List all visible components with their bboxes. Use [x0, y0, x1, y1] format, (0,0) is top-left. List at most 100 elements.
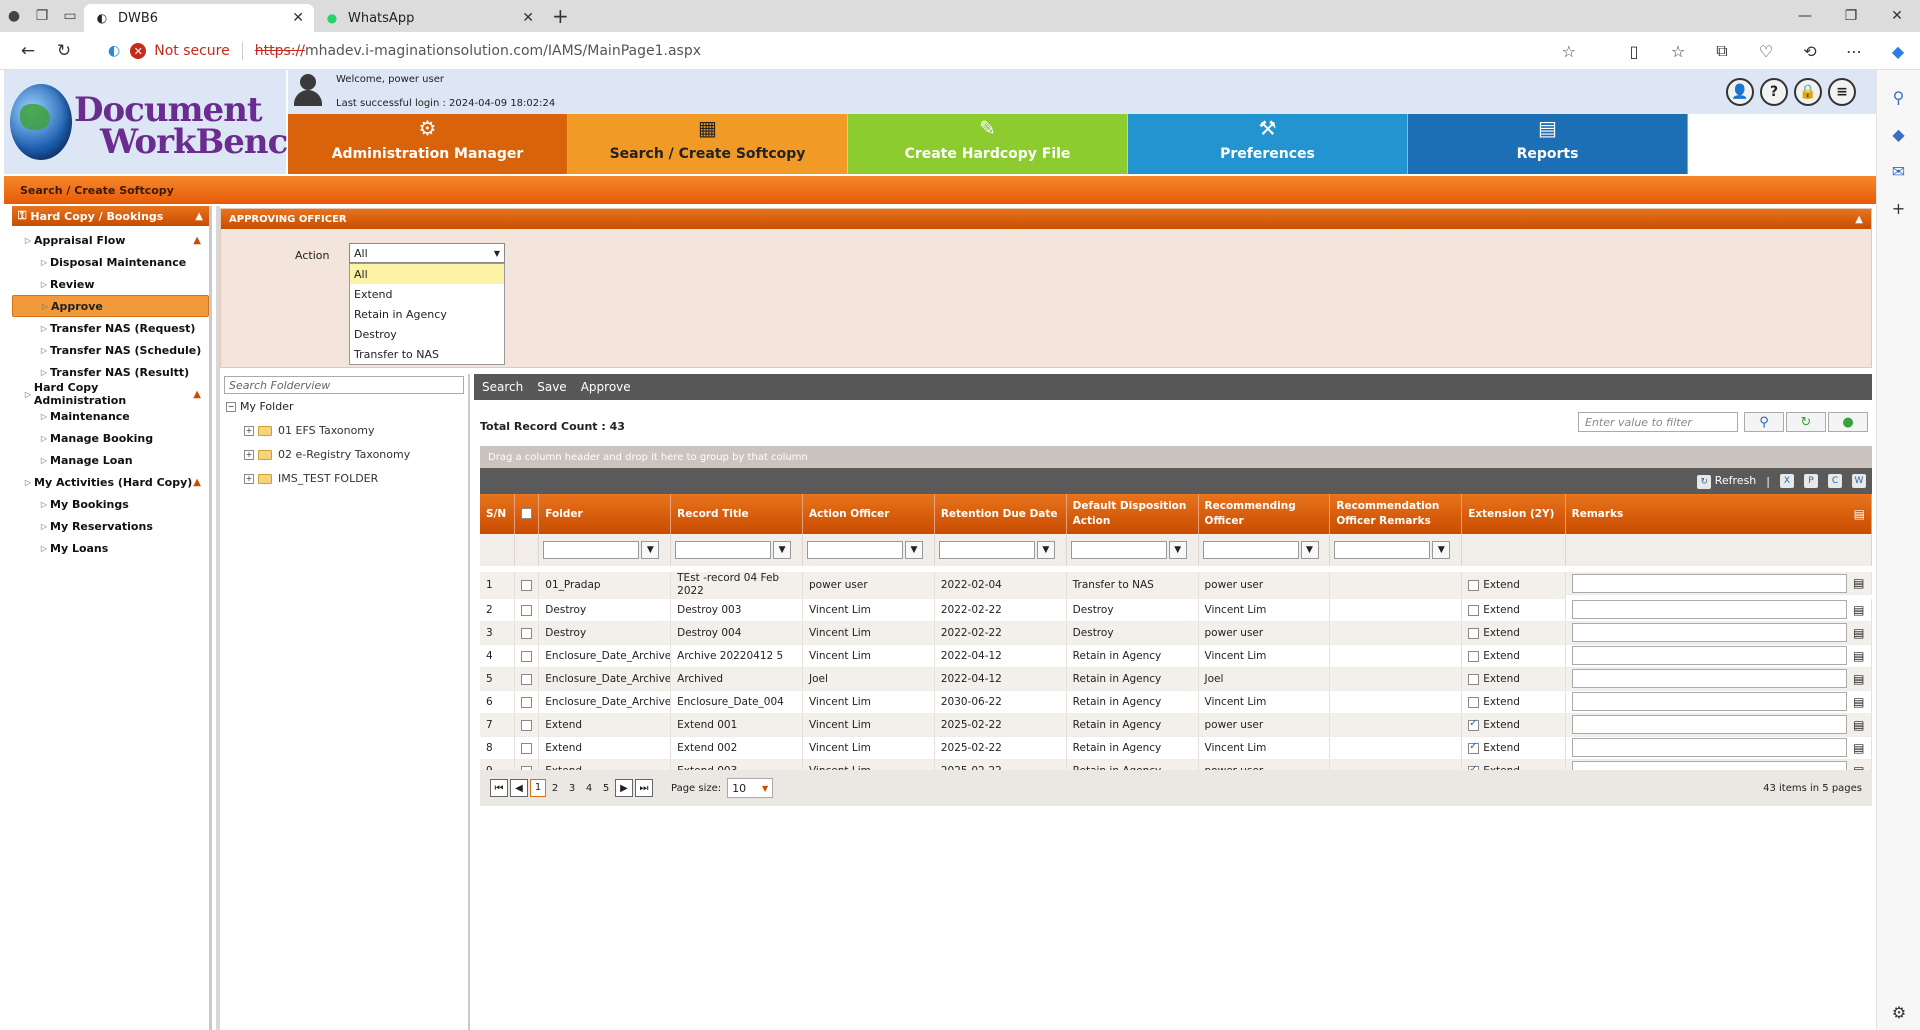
tab-whatsapp[interactable]: ● WhatsApp ✕ — [314, 4, 544, 32]
tab-reports[interactable]: ▤ Reports — [1408, 114, 1688, 174]
nav-item-my-reservations[interactable]: ▷ My Reservations — [12, 515, 209, 537]
remarks-input[interactable] — [1571, 646, 1848, 665]
col-header-sn[interactable]: S/N — [480, 494, 515, 534]
favorites-icon[interactable]: ☆ — [1656, 42, 1700, 61]
extend-checkbox[interactable] — [1468, 650, 1480, 662]
notes-icon[interactable]: ▤ — [1853, 741, 1864, 755]
collapse-icon[interactable]: ▲ — [193, 389, 201, 400]
col-header-select-all[interactable] — [514, 494, 540, 534]
table-row[interactable]: 3 Destroy Destroy 004 Vincent Lim 2022-02-22… — [480, 621, 1872, 645]
extend-toggle[interactable]: Extend — [1468, 627, 1558, 639]
tree-root-my-folder[interactable]: − My Folder — [226, 400, 294, 413]
option-all[interactable]: All — [350, 264, 504, 284]
col-header-record-title[interactable]: Record Title — [670, 494, 803, 534]
browser-essentials-icon[interactable]: ♡ — [1744, 42, 1788, 61]
row-checkbox[interactable] — [520, 673, 532, 685]
table-row[interactable]: 5 Enclosure_Date_Archive Archived Joel 2022-… — [480, 667, 1872, 691]
remarks-input[interactable] — [1571, 623, 1848, 642]
table-row[interactable]: 7 Extend Extend 001 Vincent Lim 2025-02-22 Re… — [480, 713, 1872, 737]
notes-icon[interactable]: ▤ — [1853, 649, 1864, 663]
refresh-button[interactable]: ↻ Refresh — [1697, 474, 1756, 489]
col-header-recommending-officer[interactable]: Recommending Officer — [1198, 494, 1331, 534]
pdf-export-icon[interactable]: P — [1804, 474, 1818, 488]
collapse-icon[interactable]: ▲ — [193, 235, 201, 246]
search-button[interactable]: Search — [482, 380, 523, 394]
grid-export-button[interactable]: ● — [1828, 412, 1868, 432]
nav-item-appraisal-flow[interactable]: ▷ Appraisal Flow ▲ — [12, 229, 209, 251]
option-extend[interactable]: Extend — [350, 284, 504, 304]
filter-funnel-icon[interactable]: ▼ — [1432, 541, 1451, 559]
expand-icon[interactable]: + — [244, 473, 254, 484]
notes-icon[interactable]: ▤ — [1853, 718, 1864, 732]
next-page-icon[interactable]: ▶ — [615, 779, 633, 797]
remarks-input[interactable] — [1571, 573, 1848, 593]
row-checkbox[interactable] — [520, 719, 532, 731]
grid-reset-button[interactable]: ↻ — [1786, 412, 1826, 432]
extend-checkbox[interactable] — [1468, 604, 1480, 616]
filter-funnel-icon[interactable]: ▼ — [1036, 541, 1055, 559]
filter-funnel-icon[interactable]: ▼ — [773, 541, 792, 559]
extend-toggle[interactable]: Extend — [1468, 718, 1558, 731]
first-page-icon[interactable]: ⏮ — [490, 779, 508, 797]
row-checkbox[interactable] — [520, 579, 532, 591]
filter-input-folder[interactable] — [543, 541, 640, 559]
row-checkbox[interactable] — [520, 742, 532, 754]
filter-input-rec[interactable] — [1202, 541, 1299, 559]
collapse-icon[interactable]: ▲ — [195, 211, 203, 222]
security-indicator[interactable]: ✕ Not secure — [130, 43, 230, 59]
csv-export-icon[interactable]: C — [1828, 474, 1842, 488]
excel-export-icon[interactable]: X — [1780, 474, 1794, 488]
profile-icon[interactable]: ● — [0, 2, 28, 30]
tab-administration-manager[interactable]: ⚙ Administration Manager — [288, 114, 568, 174]
option-retain-in-agency[interactable]: Retain in Agency — [350, 304, 504, 324]
table-row[interactable]: 2 Destroy Destroy 003 Vincent Lim 2022-02-22… — [480, 598, 1872, 622]
remarks-input[interactable] — [1571, 738, 1848, 757]
add-icon[interactable]: + — [1877, 199, 1920, 218]
close-window-icon[interactable]: ✕ — [1874, 0, 1920, 32]
nav-item-my-loans[interactable]: ▷ My Loans — [12, 537, 209, 559]
nav-section-hard-copy-bookings[interactable]: ⚿ Hard Copy / Bookings ▲ — [12, 206, 209, 226]
grid-search-button[interactable]: ⚲ — [1744, 412, 1784, 432]
nav-item-maintenance[interactable]: ▷ Maintenance — [12, 405, 209, 427]
extend-toggle[interactable]: Extend — [1468, 650, 1558, 662]
extend-toggle[interactable]: Extend — [1468, 579, 1558, 591]
settings-icon[interactable]: ⚙ — [1877, 1003, 1920, 1022]
col-header-remarks[interactable]: Remarks ▤ — [1565, 494, 1873, 534]
last-page-icon[interactable]: ⏭ — [635, 779, 653, 797]
user-profile-icon[interactable]: 👤 — [1726, 78, 1754, 106]
tree-node-e-registry-taxonomy[interactable]: + 02 e-Registry Taxonomy — [244, 448, 410, 461]
filter-input-rec-remarks[interactable] — [1334, 541, 1431, 559]
collections-icon[interactable]: ⧉ — [1700, 41, 1744, 61]
filter-input-officer[interactable] — [806, 541, 903, 559]
col-header-action-officer[interactable]: Action Officer — [802, 494, 935, 534]
tree-node-efs-taxonomy[interactable]: + 01 EFS Taxonomy — [244, 424, 375, 437]
more-icon[interactable]: ⋯ — [1832, 42, 1876, 61]
column-menu-icon[interactable]: ▤ — [1854, 507, 1865, 522]
collapse-icon[interactable]: ▲ — [193, 477, 201, 488]
notes-icon[interactable]: ▤ — [1853, 603, 1864, 617]
nav-item-transfer-nas-request[interactable]: ▷ Transfer NAS (Request) — [12, 317, 209, 339]
filter-funnel-icon[interactable]: ▼ — [1300, 541, 1319, 559]
notes-icon[interactable]: ▤ — [1853, 672, 1864, 686]
filter-funnel-icon[interactable]: ▼ — [904, 541, 923, 559]
extend-checkbox[interactable] — [1468, 741, 1480, 754]
tab-create-hardcopy-file[interactable]: ✎ Create Hardcopy File — [848, 114, 1128, 174]
col-header-folder[interactable]: Folder — [538, 494, 672, 534]
page-size-select[interactable]: 10 ▼ — [727, 778, 774, 798]
tree-node-ims-test-folder[interactable]: + IMS_TEST FOLDER — [244, 472, 378, 485]
nav-item-disposal-maintenance[interactable]: ▷ Disposal Maintenance — [12, 251, 209, 273]
row-checkbox[interactable] — [520, 696, 532, 708]
col-header-retention-due-date[interactable]: Retention Due Date — [934, 494, 1067, 534]
approve-button[interactable]: Approve — [581, 380, 631, 394]
extend-checkbox[interactable] — [1468, 673, 1480, 685]
filter-funnel-icon[interactable]: ▼ — [1168, 541, 1187, 559]
workspaces-icon[interactable]: ❐ — [28, 2, 56, 30]
close-tab-icon[interactable]: ✕ — [292, 10, 304, 26]
extensions-icon[interactable]: ⟲ — [1788, 42, 1832, 61]
prev-page-icon[interactable]: ◀ — [510, 779, 528, 797]
help-icon[interactable]: ? — [1760, 78, 1788, 106]
expand-icon[interactable]: + — [244, 449, 254, 460]
action-select[interactable]: All ▼ — [349, 243, 505, 263]
extend-checkbox[interactable] — [1468, 627, 1480, 639]
copilot-icon[interactable]: ◆ — [1876, 42, 1920, 61]
